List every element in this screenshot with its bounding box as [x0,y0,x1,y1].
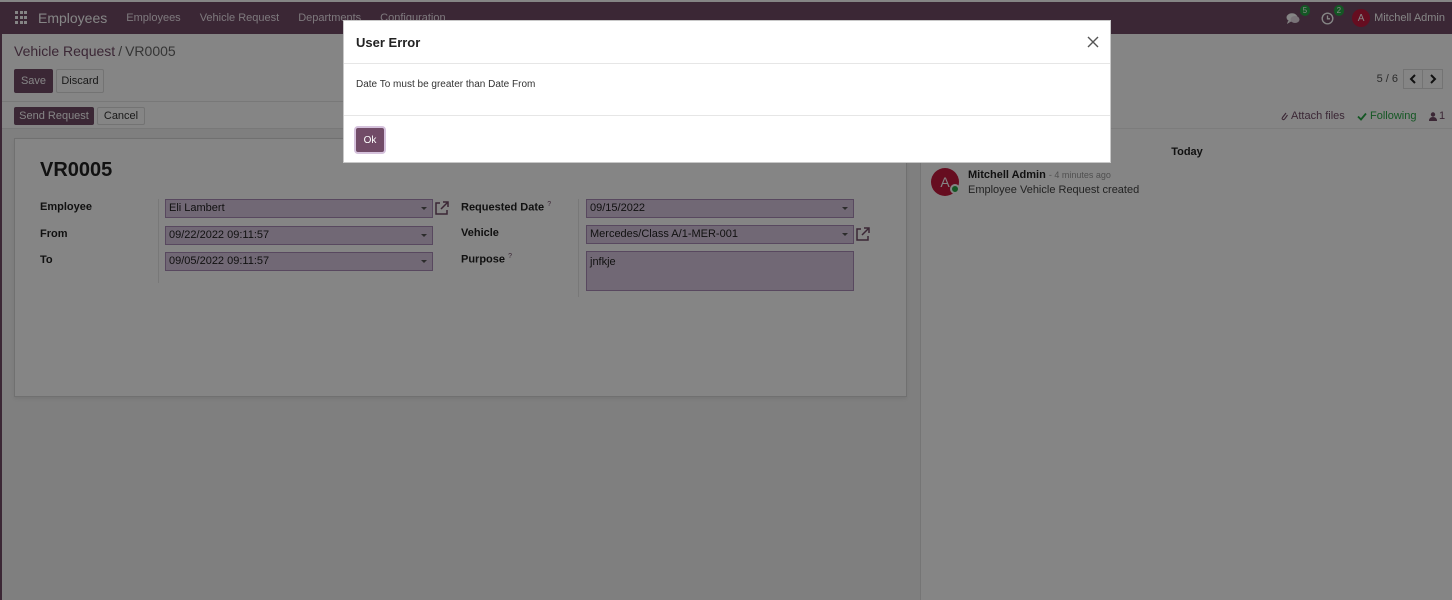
dialog-header: User Error [344,21,1110,64]
dialog-footer: Ok [344,115,1110,162]
dialog-message: Date To must be greater than Date From [356,79,536,90]
dialog-title: User Error [356,35,421,50]
close-icon[interactable] [1086,35,1100,49]
ok-button[interactable]: Ok [356,128,384,152]
user-error-dialog: User Error Date To must be greater than … [343,20,1111,163]
